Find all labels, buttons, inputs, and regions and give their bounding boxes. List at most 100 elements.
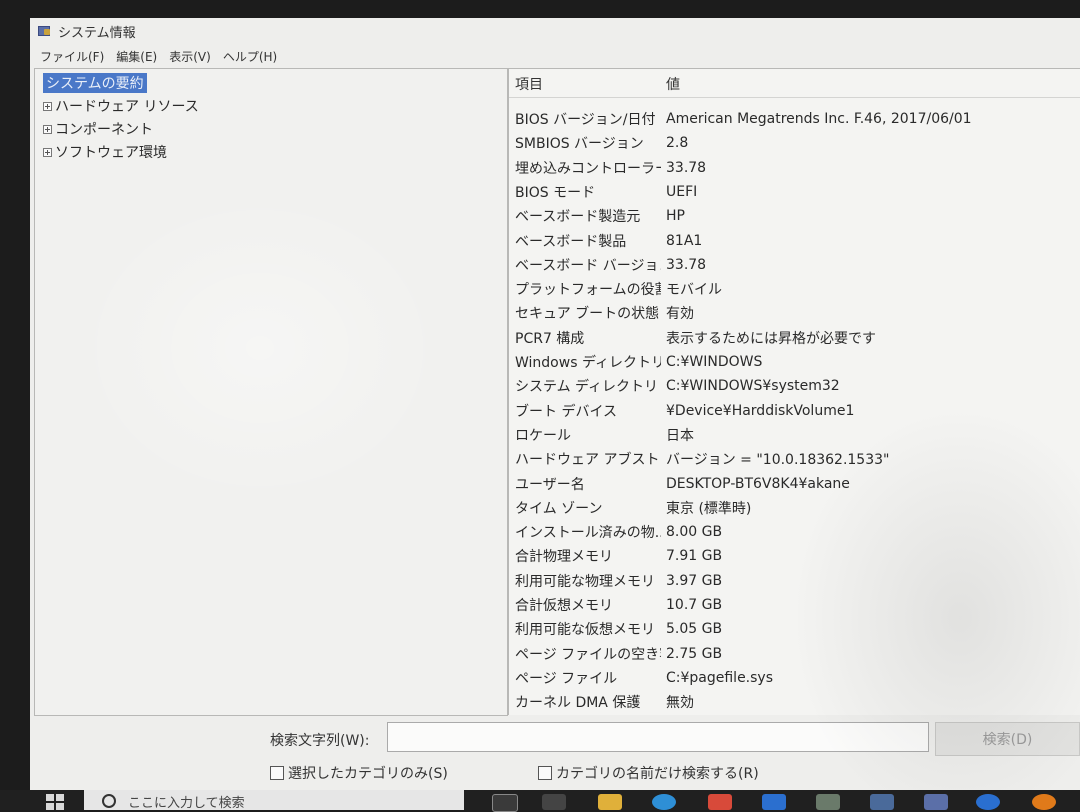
tree-item-label: システムの要約 — [43, 73, 147, 93]
table-row[interactable]: ロケール 日本 — [509, 423, 1080, 447]
row-item-name: インストール済みの物... — [515, 525, 661, 542]
table-row[interactable]: 利用可能な仮想メモリ 5.05 GB — [509, 617, 1080, 641]
table-row[interactable]: BIOS バージョン/日付 American Megatrends Inc. F.… — [509, 107, 1080, 131]
app-icon[interactable] — [1032, 794, 1056, 810]
menu-file[interactable]: ファイル(F) — [40, 48, 104, 65]
menu-help[interactable]: ヘルプ(H) — [223, 48, 277, 65]
search-label: 検索文字列(W): — [270, 733, 370, 749]
row-item-value: バージョン = "10.0.18362.1533" — [666, 452, 890, 469]
table-row[interactable]: 合計物理メモリ 7.91 GB — [509, 544, 1080, 568]
system-info-window: システム情報 ファイル(F) 編集(E) 表示(V) ヘルプ(H) システムの要… — [30, 18, 1080, 790]
table-row[interactable]: ベースボード製品 81A1 — [509, 229, 1080, 253]
expand-plus-icon[interactable] — [43, 124, 52, 134]
row-item-name: ハードウェア アブストラク... — [515, 452, 661, 469]
table-row[interactable]: 仮想化ベースのセキュリ...無効 — [509, 715, 1080, 716]
tree-item-system-summary[interactable]: システムの要約 — [43, 73, 147, 93]
expand-plus-icon[interactable] — [43, 101, 52, 111]
tree-item-label: ソフトウェア環境 — [55, 145, 167, 161]
row-item-value: 81A1 — [666, 232, 703, 249]
category-tree: システムの要約 ハードウェア リソース コンポーネント ソフトウェア環境 — [34, 68, 508, 716]
search-button[interactable]: 検索(D) — [935, 722, 1080, 756]
edge-browser-icon[interactable] — [652, 794, 676, 810]
file-explorer-icon[interactable] — [598, 794, 622, 810]
checkbox-box[interactable] — [538, 766, 552, 780]
table-row[interactable]: ページ ファイル C:¥pagefile.sys — [509, 666, 1080, 690]
table-row[interactable]: ユーザー名 DESKTOP-BT6V8K4¥akane — [509, 472, 1080, 496]
row-item-value: 無効 — [666, 695, 694, 712]
checkbox-label: カテゴリの名前だけ検索する(R) — [556, 766, 759, 782]
row-item-name: セキュア ブートの状態 — [515, 306, 660, 323]
row-item-name: 合計仮想メモリ — [515, 598, 613, 614]
store-icon[interactable] — [708, 794, 732, 810]
row-item-value: 有効 — [666, 306, 694, 323]
table-row[interactable]: タイム ゾーン 東京 (標準時) — [509, 496, 1080, 520]
table-row[interactable]: セキュア ブートの状態 有効 — [509, 301, 1080, 325]
checkbox-category-names-only[interactable]: カテゴリの名前だけ検索する(R) — [538, 763, 759, 783]
app-icon[interactable] — [870, 794, 894, 810]
table-row[interactable]: プラットフォームの役割 モバイル — [509, 277, 1080, 301]
row-item-value: 2.75 GB — [666, 645, 723, 662]
table-row[interactable]: システム ディレクトリ C:¥WINDOWS¥system32 — [509, 374, 1080, 398]
row-item-name: プラットフォームの役割 — [515, 282, 661, 299]
window-title: システム情報 — [58, 25, 136, 41]
row-item-name: ユーザー名 — [515, 476, 585, 493]
row-item-value: UEFI — [666, 183, 698, 200]
row-item-name: ページ ファイル — [515, 670, 618, 687]
table-row[interactable]: ページ ファイルの空き容... 2.75 GB — [509, 642, 1080, 666]
table-row[interactable]: カーネル DMA 保護 無効 — [509, 690, 1080, 714]
row-item-name: ベースボード製品 — [515, 233, 627, 250]
summary-table: 項目 値 BIOS バージョン/日付 American Megatrends In… — [508, 68, 1080, 715]
search-icon — [102, 794, 116, 808]
checkbox-selected-category-only[interactable]: 選択したカテゴリのみ(S) — [270, 763, 448, 783]
taskbar-search-box[interactable]: ここに入力して検索 — [84, 790, 464, 811]
expand-plus-icon[interactable] — [43, 147, 52, 157]
row-item-value: 33.78 — [666, 256, 707, 273]
row-item-value: American Megatrends Inc. F.46, 2017/06/0… — [666, 111, 972, 127]
column-header-value[interactable]: 値 — [666, 73, 680, 95]
menu-edit[interactable]: 編集(E) — [116, 48, 157, 65]
task-view-icon[interactable] — [492, 794, 518, 812]
system-info-app-icon — [38, 25, 52, 37]
help-icon[interactable] — [976, 794, 1000, 810]
table-row[interactable]: 利用可能な物理メモリ 3.97 GB — [509, 569, 1080, 593]
table-row[interactable]: 合計仮想メモリ 10.7 GB — [509, 593, 1080, 617]
row-item-value: DESKTOP-BT6V8K4¥akane — [666, 475, 850, 492]
row-item-name: ロケール — [515, 427, 571, 444]
table-row[interactable]: ハードウェア アブストラク... バージョン = "10.0.18362.1533… — [509, 447, 1080, 471]
row-item-name: 合計物理メモリ — [515, 549, 613, 566]
row-item-value: 10.7 GB — [666, 597, 723, 613]
search-input[interactable] — [387, 722, 929, 752]
menu-bar: ファイル(F) 編集(E) 表示(V) ヘルプ(H) — [30, 46, 289, 66]
windows-start-icon[interactable] — [46, 794, 64, 810]
system-info-taskbar-icon[interactable] — [924, 794, 948, 810]
table-row[interactable]: 埋め込みコントローラー... 33.78 — [509, 156, 1080, 180]
table-row[interactable]: ベースボード製造元 HP — [509, 204, 1080, 228]
app-icon[interactable] — [816, 794, 840, 810]
row-item-name: PCR7 構成 — [515, 330, 585, 347]
row-item-name: ページ ファイルの空き容... — [515, 646, 661, 663]
tree-item-label: ハードウェア リソース — [55, 99, 199, 115]
row-item-value: C:¥pagefile.sys — [666, 669, 774, 686]
table-row[interactable]: ブート デバイス ¥Device¥HarddiskVolume1 — [509, 399, 1080, 423]
column-header-item[interactable]: 項目 — [515, 73, 543, 95]
row-item-value: 33.78 — [666, 159, 707, 176]
table-row[interactable]: インストール済みの物... 8.00 GB — [509, 520, 1080, 544]
table-row[interactable]: ベースボード バージョン 33.78 — [509, 253, 1080, 277]
row-item-value: 日本 — [666, 427, 694, 444]
table-row[interactable]: SMBIOS バージョン 2.8 — [509, 131, 1080, 155]
checkbox-label: 選択したカテゴリのみ(S) — [288, 766, 448, 782]
row-item-name: 埋め込みコントローラー... — [515, 160, 661, 177]
tree-item-hardware-resources[interactable]: ハードウェア リソース — [43, 96, 199, 116]
table-row[interactable]: BIOS モード UEFI — [509, 180, 1080, 204]
tree-item-components[interactable]: コンポーネント — [43, 119, 153, 139]
row-item-name: BIOS バージョン/日付 — [515, 112, 656, 128]
snipping-tool-icon[interactable] — [542, 794, 566, 810]
tree-item-software-environment[interactable]: ソフトウェア環境 — [43, 142, 167, 162]
table-row[interactable]: Windows ディレクトリ C:¥WINDOWS — [509, 350, 1080, 374]
row-item-value: C:¥WINDOWS¥system32 — [666, 378, 840, 395]
mail-icon[interactable] — [762, 794, 786, 810]
menu-view[interactable]: 表示(V) — [169, 48, 211, 65]
table-row[interactable]: PCR7 構成 表示するためには昇格が必要です — [509, 326, 1080, 350]
checkbox-box[interactable] — [270, 766, 284, 780]
row-item-value: ¥Device¥HarddiskVolume1 — [666, 402, 855, 419]
